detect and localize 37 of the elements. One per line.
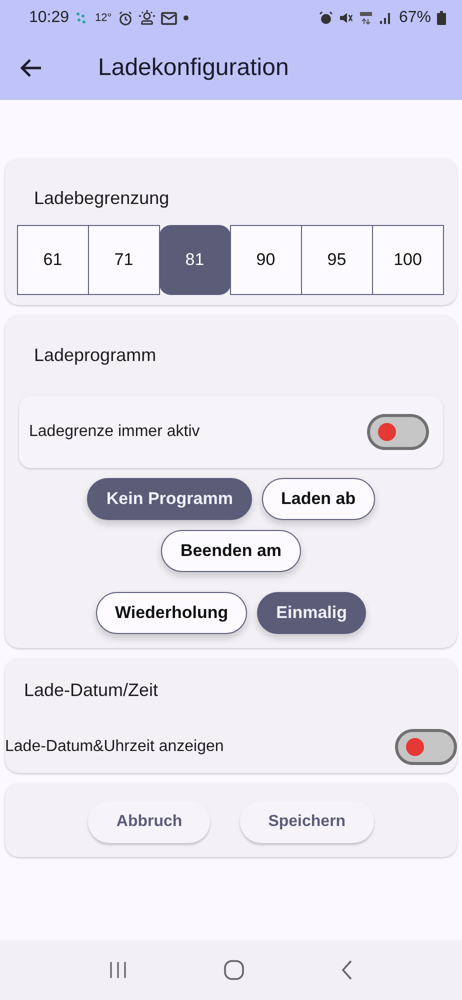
setting-label: Ladegrenze immer aktiv xyxy=(29,423,200,441)
back-icon[interactable] xyxy=(341,960,354,980)
toggle-switch[interactable] xyxy=(395,729,457,765)
limit-option[interactable]: 61 xyxy=(16,225,89,295)
dot-icon xyxy=(182,15,189,21)
status-time: 10:29 xyxy=(29,9,70,27)
recent-apps-icon[interactable] xyxy=(108,961,127,979)
save-button[interactable]: Speichern xyxy=(240,801,374,843)
toggle-switch[interactable] xyxy=(367,414,429,450)
limit-option[interactable]: 81 xyxy=(158,225,231,295)
section-title: Ladeprogramm xyxy=(33,344,158,367)
setting-label: Lade-Datum&Uhrzeit anzeigen xyxy=(5,738,224,756)
sun-cloud-icon xyxy=(138,10,155,26)
battery-percent: 67% xyxy=(398,9,431,27)
program-chip[interactable]: Kein Programm xyxy=(87,478,252,520)
battery-icon xyxy=(437,11,446,25)
program-chip[interactable]: Einmalig xyxy=(257,592,366,634)
limit-option[interactable]: 100 xyxy=(372,225,444,295)
alarm-icon xyxy=(318,11,333,25)
home-icon[interactable] xyxy=(224,960,244,980)
cancel-button[interactable]: Abbruch xyxy=(88,801,210,843)
page-title: Ladekonfiguration xyxy=(98,54,289,82)
back-arrow-icon[interactable] xyxy=(20,58,42,78)
section-title: Lade-Datum/Zeit xyxy=(23,679,160,702)
program-chip[interactable]: Wiederholung xyxy=(96,592,248,634)
limit-option[interactable]: 71 xyxy=(88,225,160,295)
section-title: Ladebegrenzung xyxy=(33,187,170,210)
mobile-data-icon xyxy=(358,11,373,25)
status-temperature: 12° xyxy=(95,12,112,24)
alarm-clock-icon xyxy=(118,10,133,26)
mail-icon xyxy=(160,12,177,24)
signal-icon xyxy=(378,11,393,25)
limit-option[interactable]: 95 xyxy=(300,225,373,295)
program-chip[interactable]: Laden ab xyxy=(262,478,375,520)
limit-option[interactable]: 90 xyxy=(230,225,302,295)
mute-icon xyxy=(338,11,353,25)
program-chip[interactable]: Beenden am xyxy=(161,530,301,572)
